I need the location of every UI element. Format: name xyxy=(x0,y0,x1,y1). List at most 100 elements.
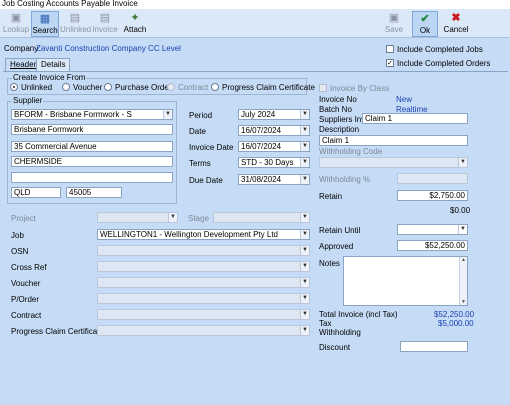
withholding-pct-label: Withholding % xyxy=(319,175,371,184)
search-icon: ▦ xyxy=(39,13,51,25)
withholding-pct-field[interactable] xyxy=(397,173,468,184)
period-select[interactable]: July 2024 ▼ xyxy=(238,109,310,120)
date-field[interactable]: 16/07/2024 ▼ xyxy=(238,125,310,136)
retain-sub-value: $0.00 xyxy=(450,206,471,215)
toolbar: ▣ Lookup ▦ Search ▤ Unlinked ▤ Invoice ✦… xyxy=(0,9,510,38)
cancel-button[interactable]: ✖ Cancel xyxy=(442,11,470,37)
radio-progress-claim-label: Progress Claim Certificate xyxy=(222,83,315,92)
attach-button[interactable]: ✦ Attach xyxy=(121,11,149,37)
batch-no-label: Batch No xyxy=(319,105,352,114)
ok-button[interactable]: ✔ Ok xyxy=(412,11,438,37)
invoice-by-class-checkbox[interactable] xyxy=(319,84,327,92)
include-completed-jobs-checkbox[interactable] xyxy=(386,45,394,53)
osn-select[interactable]: ▼ xyxy=(97,245,310,256)
checkmark-icon: ✔ xyxy=(420,13,430,25)
radio-progress-claim[interactable] xyxy=(211,83,219,91)
cross-ref-select[interactable]: ▼ xyxy=(97,261,310,272)
supplier-postcode-field[interactable]: 45005 xyxy=(66,187,122,198)
supplier-code-select[interactable]: BFORM - Brisbane Formwork - S ▼ xyxy=(11,109,173,120)
chevron-down-icon[interactable]: ▼ xyxy=(458,158,467,167)
unlinked-icon: ▤ xyxy=(69,12,81,24)
project-select[interactable]: ▼ xyxy=(97,212,178,223)
retain-field[interactable]: $2,750.00 xyxy=(397,190,468,201)
invoice-date-label: Invoice Date xyxy=(189,143,234,152)
contract-select[interactable]: ▼ xyxy=(97,309,310,320)
chevron-down-icon[interactable]: ▼ xyxy=(300,246,309,255)
withholding-code-select[interactable]: ▼ xyxy=(319,157,468,168)
chevron-down-icon[interactable]: ▼ xyxy=(300,230,309,239)
radio-contract-label: Contract xyxy=(178,83,209,92)
chevron-down-icon[interactable]: ▼ xyxy=(300,126,309,135)
osn-label: OSN xyxy=(11,247,29,256)
chevron-down-icon[interactable]: ▼ xyxy=(163,110,172,119)
lookup-icon: ▣ xyxy=(10,12,22,24)
chevron-down-icon[interactable]: ▼ xyxy=(300,158,309,167)
supplier-address1-field[interactable]: 35 Commercial Avenue xyxy=(11,141,173,152)
porder-label: P/Order xyxy=(11,295,40,304)
supplier-suburb-field[interactable]: CHERMSIDE xyxy=(11,156,173,167)
withholding-code-label: Withholding Code xyxy=(319,147,383,156)
chevron-down-icon[interactable]: ▼ xyxy=(300,175,309,184)
project-label: Project xyxy=(11,214,36,223)
chevron-down-icon[interactable]: ▼ xyxy=(300,262,309,271)
due-date-field[interactable]: 31/08/2024 ▼ xyxy=(238,174,310,185)
stage-select[interactable]: ▼ xyxy=(213,212,310,223)
close-icon: ✖ xyxy=(451,12,461,24)
cross-ref-label: Cross Ref xyxy=(11,263,47,272)
search-button[interactable]: ▦ Search xyxy=(31,11,59,37)
include-completed-orders-label: Include Completed Orders xyxy=(397,59,491,68)
supplier-name-field[interactable]: Brisbane Formwork xyxy=(11,124,173,135)
approved-label: Approved xyxy=(319,242,354,251)
invoice-icon: ▤ xyxy=(99,12,111,24)
radio-purchase-order[interactable] xyxy=(104,83,112,91)
progress-claim-certificate-select[interactable]: ▼ xyxy=(97,325,310,336)
discount-field[interactable] xyxy=(400,341,468,352)
period-label: Period xyxy=(189,111,213,120)
invoice-button[interactable]: ▤ Invoice xyxy=(91,11,119,37)
tab-details[interactable]: Details xyxy=(36,58,71,71)
include-completed-jobs-label: Include Completed Jobs xyxy=(397,45,483,54)
chevron-down-icon[interactable]: ▼ xyxy=(300,294,309,303)
company-value[interactable]: Zavanti Construction Company CC Level xyxy=(36,44,181,53)
lookup-button[interactable]: ▣ Lookup xyxy=(2,11,30,37)
chevron-down-icon[interactable]: ▼ xyxy=(300,213,309,222)
chevron-down-icon[interactable]: ▼ xyxy=(300,278,309,287)
chevron-down-icon[interactable]: ▼ xyxy=(300,142,309,151)
supplier-address3-field[interactable] xyxy=(11,172,173,183)
status-area xyxy=(0,395,510,405)
save-button[interactable]: ▣ Save xyxy=(382,11,406,37)
radio-unlinked[interactable] xyxy=(10,83,18,91)
chevron-down-icon[interactable]: ▼ xyxy=(168,213,177,222)
description-field[interactable]: Claim 1 xyxy=(319,135,468,146)
notes-scrollbar[interactable]: ▲ ▼ xyxy=(459,257,467,305)
description-label: Description xyxy=(319,125,360,134)
chevron-down-icon[interactable]: ▼ xyxy=(458,225,467,234)
chevron-down-icon[interactable]: ▼ xyxy=(300,110,309,119)
job-select[interactable]: WELLINGTON1 - Wellington Development Pty… xyxy=(97,229,310,240)
attach-icon: ✦ xyxy=(130,12,140,24)
notes-label: Notes xyxy=(319,259,340,268)
discount-label: Discount xyxy=(319,343,351,352)
stage-label: Stage xyxy=(188,214,209,223)
chevron-down-icon[interactable]: ▼ xyxy=(300,310,309,319)
suppliers-inv-field[interactable]: Claim 1 xyxy=(362,113,468,124)
terms-select[interactable]: STD - 30 Days ▼ xyxy=(238,157,310,168)
supplier-state-field[interactable]: QLD xyxy=(11,187,61,198)
notes-textarea[interactable]: ▲ ▼ xyxy=(343,256,468,306)
include-completed-orders-checkbox[interactable]: ✓ xyxy=(386,59,394,67)
tab-divider xyxy=(3,71,508,72)
voucher-select[interactable]: ▼ xyxy=(97,277,310,288)
scroll-up-icon[interactable]: ▲ xyxy=(460,257,467,263)
invoice-by-class-label: Invoice By Class xyxy=(330,84,390,93)
approved-field[interactable]: $52,250.00 xyxy=(397,240,468,251)
radio-voucher[interactable] xyxy=(62,83,70,91)
porder-select[interactable]: ▼ xyxy=(97,293,310,304)
invoice-date-field[interactable]: 16/07/2024 ▼ xyxy=(238,141,310,152)
radio-contract[interactable] xyxy=(167,83,175,91)
radio-purchase-order-label: Purchase Order xyxy=(115,83,172,92)
company-label: Company xyxy=(4,44,39,53)
chevron-down-icon[interactable]: ▼ xyxy=(300,326,309,335)
unlinked-button[interactable]: ▤ Unlinked xyxy=(60,11,91,37)
scroll-down-icon[interactable]: ▼ xyxy=(460,299,467,305)
retain-until-select[interactable]: ▼ xyxy=(397,224,468,235)
